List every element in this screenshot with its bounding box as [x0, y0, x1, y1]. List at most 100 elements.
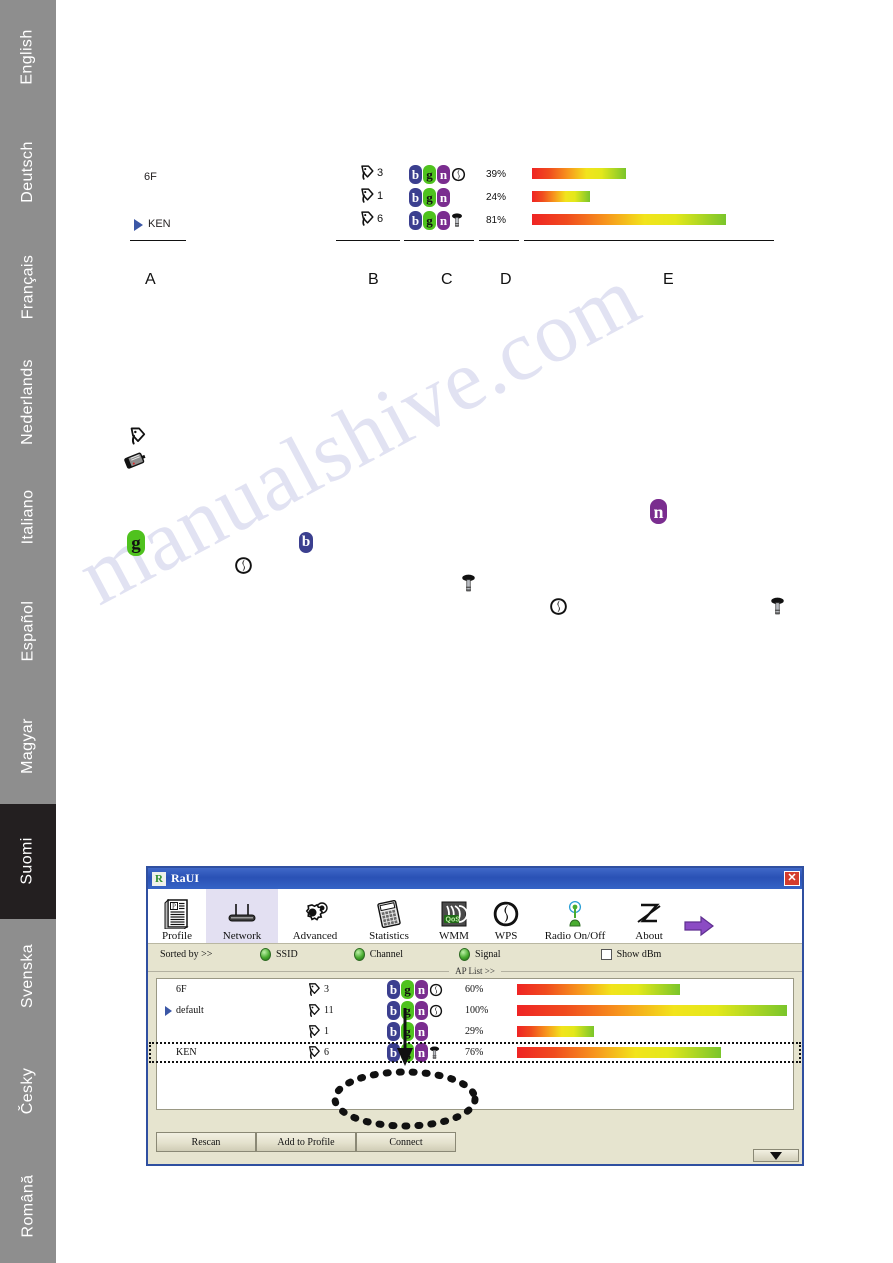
checkbox-icon[interactable] — [600, 948, 612, 960]
ap-ssid-cell: default — [157, 1005, 307, 1016]
tab-about[interactable]: About — [620, 889, 678, 943]
sidebar-item-svenska[interactable]: Svenska — [0, 918, 56, 1034]
diagram-channel-row: 1 — [359, 187, 383, 204]
tab-advanced[interactable]: Advanced — [278, 889, 352, 943]
ap-list-row[interactable]: default 11 b g n 100% — [157, 1000, 793, 1021]
diagram-signal-percent: 81% — [486, 215, 507, 226]
mode-b-icon: b — [409, 211, 422, 230]
usb-adapter-icon — [124, 450, 148, 477]
key-icon-right — [770, 597, 785, 621]
wps-icon — [492, 898, 520, 930]
sidebar-item-magyar[interactable]: Magyar — [0, 688, 56, 804]
sidebar-item-italiano[interactable]: Italiano — [0, 459, 56, 575]
tab-network[interactable]: Network — [206, 889, 278, 943]
mode-g-badge: g — [127, 530, 145, 556]
wps-icon — [550, 598, 567, 615]
channel-icon — [309, 1025, 320, 1038]
radio-button-icon[interactable] — [260, 947, 271, 961]
key-icon — [462, 574, 475, 592]
ap-channel-cell: 1 — [307, 1024, 387, 1039]
diagram-channel-number: 1 — [377, 189, 384, 202]
sidebar-item-label: Italiano — [18, 489, 36, 545]
svg-text:P: P — [172, 903, 176, 911]
mode-n-icon: n — [415, 1022, 428, 1041]
sidebar-item-espaol[interactable]: Español — [0, 574, 56, 689]
tab-profile[interactable]: P Profile — [148, 889, 206, 943]
sidebar-item-english[interactable]: English — [0, 0, 56, 115]
network-icon — [225, 898, 259, 930]
ap-signal-bar-cell — [517, 984, 793, 995]
chevron-down-icon[interactable] — [753, 1149, 799, 1162]
expand-arrow-icon[interactable] — [678, 889, 720, 943]
diagram-signal-percent: 39% — [486, 169, 507, 180]
profile-icon: P — [164, 898, 190, 930]
annotation-arrow-icon — [397, 1008, 413, 1066]
radio-button-icon[interactable] — [353, 947, 365, 961]
diagram-channel-number: 6 — [377, 212, 384, 225]
mode-g-icon: g — [401, 980, 414, 999]
mode-b-icon: b — [387, 980, 400, 999]
expand-arrow-glyph — [684, 910, 714, 942]
ap-signal-bar-cell — [517, 1026, 793, 1037]
diagram-channel-row: 6 — [359, 210, 383, 227]
ap-signal-bar-cell — [517, 1005, 793, 1016]
app-logo-icon: R — [152, 871, 166, 886]
ap-list-row[interactable]: 1 b g n 29% — [157, 1021, 793, 1042]
show-dbm-checkbox[interactable]: Show dBm — [600, 948, 661, 960]
tab-wmm[interactable]: QoS WMM — [426, 889, 482, 943]
channel-icon — [361, 165, 374, 180]
tab-label: Profile — [162, 930, 192, 942]
diagram-ssid-ken: KEN — [148, 218, 171, 230]
sort-option-label: Signal — [475, 948, 501, 960]
ap-channel-cell: 11 — [307, 1003, 387, 1018]
caption-line-left — [148, 970, 450, 972]
ap-mode-cell: bgn — [387, 980, 465, 999]
selected-marker-icon — [165, 1005, 172, 1016]
ap-list[interactable]: 6F 3bgn 60% default 11 b g n 100% 1 b g n 29% KEN… — [149, 978, 801, 1110]
diagram-signal-bar — [532, 191, 590, 202]
statistics-icon — [375, 898, 403, 930]
sidebar-item-label: Nederlands — [19, 358, 37, 445]
diagram-ssid-6f: 6F — [144, 171, 157, 183]
ap-signal-percent: 60% — [465, 984, 484, 995]
ap-list-row[interactable]: 6F 3 bgn 60% — [157, 979, 793, 1000]
tab-label: About — [635, 930, 663, 942]
sidebar-item-nederlands[interactable]: Nederlands — [0, 344, 56, 460]
tab-radioonoff[interactable]: Radio On/Off — [530, 889, 620, 943]
window-title: RaUI — [171, 871, 200, 885]
mode-g-icon: g — [127, 530, 145, 556]
diagram-letter-e: E — [663, 271, 674, 288]
sidebar-item-esky[interactable]: Česky — [0, 1033, 56, 1149]
diagram-selection-triangle-icon — [134, 219, 143, 231]
close-icon[interactable]: ✕ — [784, 871, 800, 886]
diagram-letter-d: D — [500, 271, 512, 288]
radio-button-icon[interactable] — [459, 947, 471, 961]
sidebar-item-franais[interactable]: Français — [0, 229, 56, 345]
diagram-letter-b: B — [368, 271, 379, 288]
wps-icon — [234, 556, 253, 580]
sidebar-item-deutsch[interactable]: Deutsch — [0, 114, 56, 230]
wps-icon — [235, 557, 252, 574]
diagram-rule-d — [479, 240, 519, 241]
mode-n-badge: n — [650, 499, 667, 524]
diagram-signal-bar — [532, 214, 726, 225]
sidebar-item-romn[interactable]: Română — [0, 1148, 56, 1263]
button-connect[interactable]: Connect — [356, 1132, 456, 1152]
button-rescan[interactable]: Rescan — [156, 1132, 256, 1152]
tab-label: WPS — [494, 930, 518, 942]
row-highlight-annotation — [149, 1042, 801, 1063]
sidebar-item-suomi[interactable]: Suomi — [0, 803, 56, 919]
sidebar-item-label: Suomi — [18, 837, 36, 885]
wmm-icon: QoS — [440, 898, 468, 930]
sidebar-item-label: Deutsch — [19, 141, 36, 203]
tab-statistics[interactable]: Statistics — [352, 889, 426, 943]
sort-option-ssid[interactable]: SSID — [260, 947, 298, 961]
diagram-mode-badges: bgn — [409, 188, 450, 207]
sort-option-channel[interactable]: Channel — [353, 947, 403, 961]
radio-icon — [562, 898, 588, 930]
sort-option-signal[interactable]: Signal — [459, 947, 501, 961]
button-add-to-profile[interactable]: Add to Profile — [256, 1132, 356, 1152]
mode-g-icon: g — [423, 188, 436, 207]
tab-wps[interactable]: WPS — [482, 889, 530, 943]
channel-icon — [361, 211, 374, 226]
